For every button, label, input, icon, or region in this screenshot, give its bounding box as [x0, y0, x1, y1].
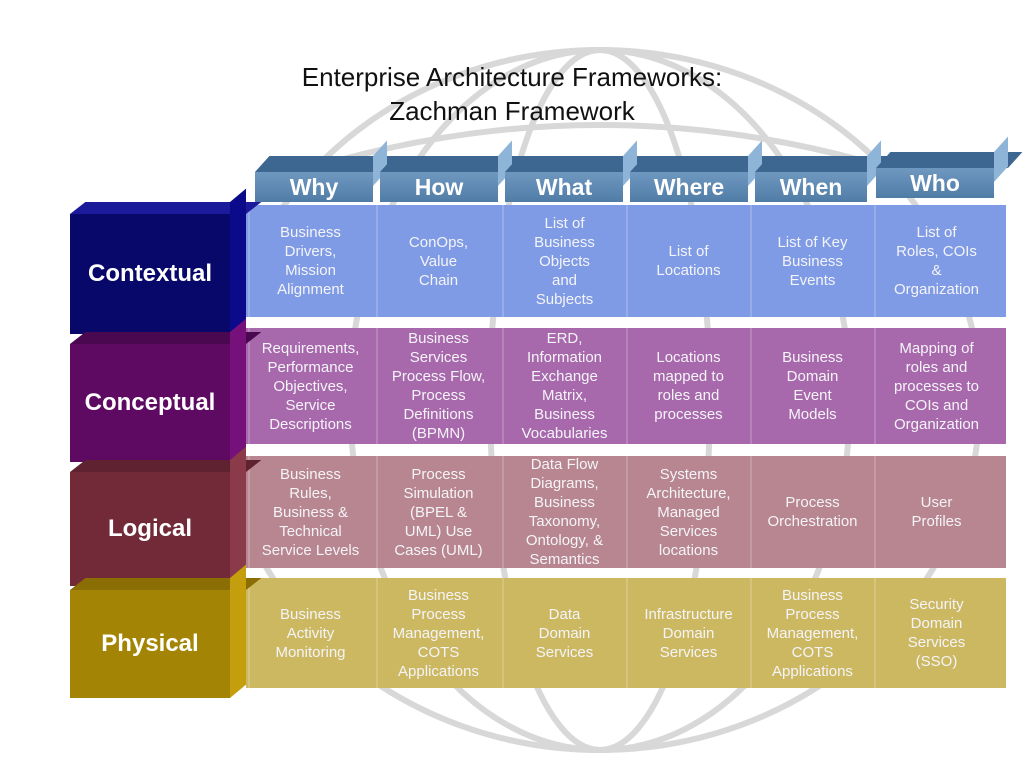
row-header-side-face: [230, 318, 246, 462]
cell-contextual-who: List of Roles, COIs & Organization: [874, 205, 997, 317]
cell-physical-where: Infrastructure Domain Services: [626, 578, 749, 688]
cell-logical-who: User Profiles: [874, 456, 997, 568]
cell-contextual-how: ConOps, Value Chain: [376, 205, 499, 317]
row-header-side-face: [230, 188, 246, 334]
row-label-physical: Physical: [101, 630, 199, 657]
column-header-how: How: [380, 172, 498, 202]
cell-contextual-why: Business Drivers, Mission Alignment: [248, 205, 371, 317]
column-header-why: Why: [255, 172, 373, 202]
cell-physical-when: Business Process Management, COTS Applic…: [750, 578, 873, 688]
cell-conceptual-when: Business Domain Event Models: [750, 328, 873, 444]
cell-logical-why: Business Rules, Business & Technical Ser…: [248, 456, 371, 568]
cell-conceptual-who: Mapping of roles and processes to COIs a…: [874, 328, 997, 444]
cell-logical-where: Systems Architecture, Managed Services l…: [626, 456, 749, 568]
cell-contextual-where: List of Locations: [626, 205, 749, 317]
row-label-contextual: Contextual: [87, 260, 212, 287]
row-label-logical: Logical: [107, 515, 192, 542]
cell-conceptual-why: Requirements, Performance Objectives, Se…: [248, 328, 371, 444]
cell-logical-how: Process Simulation (BPEL & UML) Use Case…: [376, 456, 499, 568]
cell-physical-why: Business Activity Monitoring: [248, 578, 371, 688]
cell-conceptual-how: Business Services Process Flow, Process …: [376, 328, 499, 444]
cell-physical-who: Security Domain Services (SSO): [874, 578, 997, 688]
cell-logical-when: Process Orchestration: [750, 456, 873, 568]
cell-conceptual-what: ERD, Information Exchange Matrix, Busine…: [502, 328, 625, 444]
row-header-logical: Logical: [70, 446, 262, 586]
row-header-conceptual: Conceptual: [70, 318, 262, 462]
cell-contextual-when: List of Key Business Events: [750, 205, 873, 317]
cell-logical-what: Data Flow Diagrams, Business Taxonomy, O…: [502, 456, 625, 568]
row-header-side-face: [230, 564, 246, 698]
row-label-conceptual: Conceptual: [84, 389, 216, 416]
cell-conceptual-where: Locations mapped to roles and processes: [626, 328, 749, 444]
column-header-what: What: [505, 172, 623, 202]
column-header-when: When: [755, 172, 867, 202]
cell-physical-what: Data Domain Services: [502, 578, 625, 688]
page-title: Enterprise Architecture Frameworks: Zach…: [0, 60, 1024, 128]
cell-physical-how: Business Process Management, COTS Applic…: [376, 578, 499, 688]
cell-contextual-what: List of Business Objects and Subjects: [502, 205, 625, 317]
column-header-who: Who: [876, 168, 994, 198]
row-header-contextual: Contextual: [70, 188, 262, 334]
title-line-2: Zachman Framework: [389, 96, 635, 126]
row-header-physical: Physical: [70, 564, 262, 698]
column-header-where: Where: [630, 172, 748, 202]
title-line-1: Enterprise Architecture Frameworks:: [301, 62, 723, 92]
